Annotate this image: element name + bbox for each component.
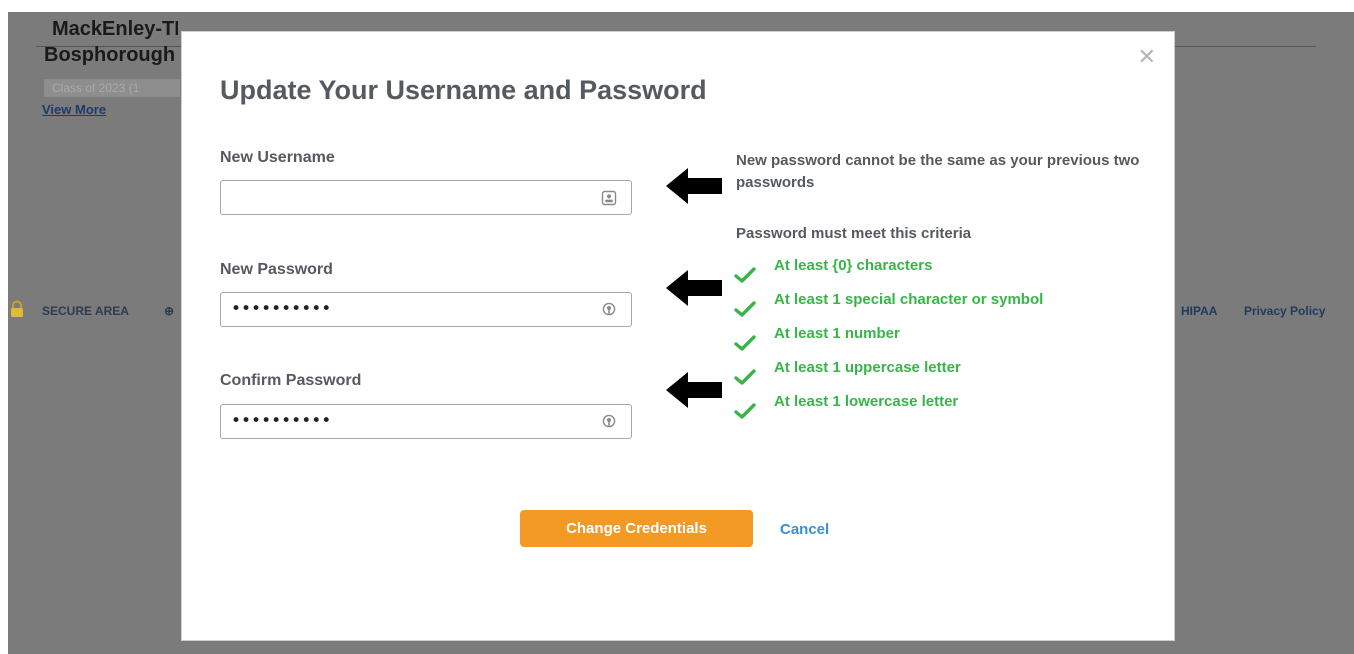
new-password-label: New Password <box>220 261 333 278</box>
update-credentials-modal: ✕ Update Your Username and Password New … <box>181 31 1175 641</box>
arrow-left-icon <box>666 372 722 408</box>
new-username-input[interactable] <box>221 181 591 214</box>
new-username-label: New Username <box>220 149 335 166</box>
school-name: Bosphorough <box>44 44 176 66</box>
new-password-input[interactable]: •••••••••• <box>231 300 331 318</box>
new-username-field[interactable] <box>220 180 632 215</box>
check-icon <box>734 301 756 317</box>
criteria-label: At least 1 uppercase letter <box>774 359 961 376</box>
criteria-label: At least 1 number <box>774 325 900 342</box>
close-icon[interactable]: ✕ <box>1138 46 1156 68</box>
criteria-heading: Password must meet this criteria <box>736 225 972 242</box>
cancel-link[interactable]: Cancel <box>780 521 829 538</box>
hipaa-link[interactable]: HIPAA <box>1181 304 1217 318</box>
arrow-left-icon <box>666 270 722 306</box>
confirm-password-label: Confirm Password <box>220 372 362 389</box>
modal-title: Update Your Username and Password <box>220 75 707 105</box>
criteria-label: At least 1 lowercase letter <box>774 393 959 410</box>
copyright-icon: ⊕ <box>164 304 175 318</box>
change-credentials-button[interactable]: Change Credentials <box>520 510 753 547</box>
arrow-left-icon <box>666 168 722 204</box>
new-password-field[interactable]: •••••••••• <box>220 292 632 327</box>
key-icon[interactable] <box>601 302 617 318</box>
confirm-password-field[interactable]: •••••••••• <box>220 404 632 439</box>
password-history-hint: New password cannot be the same as your … <box>736 152 1140 191</box>
class-badge: Class of 2023 (1 <box>44 79 180 97</box>
confirm-password-input[interactable]: •••••••••• <box>231 412 331 430</box>
secure-area-label: SECURE AREA <box>42 304 129 318</box>
contact-card-icon <box>601 190 617 206</box>
check-icon <box>734 267 756 283</box>
student-name: MackEnley-TEST (Mackenley-TEST) <box>52 18 178 40</box>
check-icon <box>734 335 756 351</box>
criteria-label: At least {0} characters <box>774 257 933 274</box>
privacy-policy-link[interactable]: Privacy Policy <box>1244 304 1325 318</box>
criteria-label: At least 1 special character or symbol <box>774 291 1044 308</box>
check-icon <box>734 369 756 385</box>
check-icon <box>734 403 756 419</box>
key-icon[interactable] <box>601 414 617 430</box>
view-more-link[interactable]: View More <box>42 102 106 117</box>
lock-icon <box>11 300 23 317</box>
